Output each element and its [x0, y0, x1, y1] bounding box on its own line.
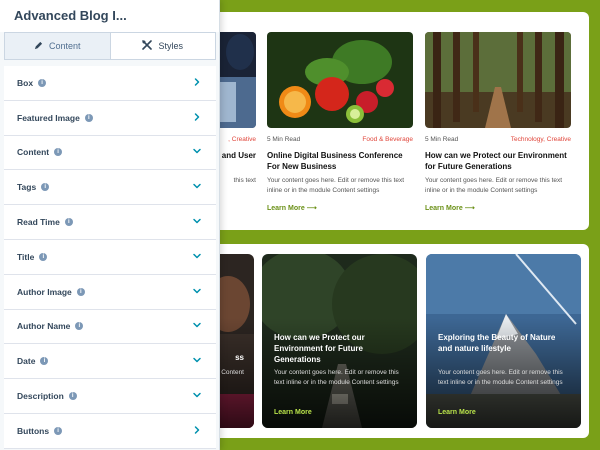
info-icon[interactable]: i	[68, 392, 77, 401]
settings-section-featured-image[interactable]: Featured Image i	[4, 100, 216, 136]
settings-section-buttons[interactable]: Buttons i	[4, 413, 216, 449]
section-label: Buttons	[17, 425, 50, 436]
blog-grid-top: , Creative and User this text 5 Min Read…	[190, 12, 589, 230]
section-label: Description	[17, 391, 64, 402]
section-heading: Buttons i	[17, 425, 63, 436]
blog-card-3[interactable]: 5 Min Read Technology, Creative How can …	[425, 32, 571, 222]
section-heading: Description i	[17, 391, 77, 401]
info-icon[interactable]: i	[75, 322, 84, 331]
section-heading: Author Name i	[17, 321, 84, 332]
chevron-down-icon[interactable]	[192, 248, 202, 266]
chevron-right-icon[interactable]	[192, 74, 202, 92]
settings-section-date[interactable]: Date i	[4, 344, 216, 380]
settings-section-title[interactable]: Title i	[4, 239, 216, 275]
info-icon[interactable]: i	[54, 148, 63, 157]
chevron-down-icon[interactable]	[192, 283, 202, 301]
section-label: Author Image	[17, 286, 72, 297]
settings-section-box[interactable]: Box i	[4, 66, 216, 101]
section-heading: Box i	[17, 77, 47, 88]
section-heading: Read Time i	[17, 217, 73, 227]
arrow-right-icon: ⟶	[464, 205, 475, 212]
chevron-down-icon[interactable]	[192, 352, 202, 370]
settings-section-author-name[interactable]: Author Name i	[4, 309, 216, 345]
info-icon[interactable]: i	[54, 426, 63, 435]
sidebar-tabs: Content Styles	[4, 32, 216, 60]
arrow-right-icon: ⟶	[306, 205, 317, 212]
section-heading: Title i	[17, 251, 48, 262]
card-description: Your content goes here. Edit or remove t…	[425, 177, 563, 194]
card-title[interactable]: Online Digital Business Conference For N…	[267, 150, 413, 172]
settings-section-author-image[interactable]: Author Image i	[4, 274, 216, 310]
settings-section-list: Box i Featured Image i Content i Tags i Read Tim…	[4, 66, 216, 449]
overlay-card-title[interactable]: How can we Protect our Environment for F…	[274, 332, 407, 365]
info-icon[interactable]: i	[41, 183, 50, 192]
overlay-card-description: Your content goes here. Edit or remove t…	[274, 369, 399, 386]
settings-section-read-time[interactable]: Read Time i	[4, 205, 216, 240]
module-settings-sidebar: Advanced Blog I... Content Styles Box i Fe…	[0, 0, 220, 450]
section-label: Content	[17, 147, 50, 158]
tab-content[interactable]: Content	[5, 33, 111, 59]
section-heading: Featured Image i	[17, 113, 93, 123]
tab-label: Content	[48, 41, 81, 51]
tab-styles[interactable]: Styles	[110, 33, 215, 59]
section-label: Featured Image	[17, 112, 80, 123]
card-read-time: 5 Min Read	[425, 136, 459, 143]
info-icon[interactable]: i	[39, 252, 48, 261]
section-label: Read Time	[17, 217, 60, 228]
info-icon[interactable]: i	[38, 78, 47, 87]
tab-label: Styles	[158, 41, 183, 51]
overlay-card-2[interactable]: How can we Protect our Environment for F…	[262, 254, 417, 428]
chevron-down-icon[interactable]	[192, 317, 202, 335]
chevron-down-icon[interactable]	[192, 143, 202, 161]
card-title[interactable]: How can we Protect our Environment for F…	[425, 150, 571, 172]
card-tag[interactable]: Food & Beverage	[362, 136, 413, 143]
learn-more-link[interactable]: Learn More ⟶	[425, 204, 475, 212]
settings-section-content[interactable]: Content i	[4, 135, 216, 171]
sidebar-title: Advanced Blog I...	[0, 0, 219, 32]
section-label: Tags	[17, 182, 37, 193]
section-label: Title	[17, 251, 35, 262]
card-read-time: 5 Min Read	[267, 136, 301, 143]
chevron-right-icon[interactable]	[192, 422, 202, 440]
chevron-down-icon[interactable]	[192, 178, 202, 196]
blog-grid-bottom: ss this text Content How can we Protect …	[190, 244, 589, 438]
info-icon[interactable]: i	[64, 218, 73, 227]
info-icon[interactable]: i	[76, 287, 85, 296]
info-icon[interactable]: i	[40, 357, 49, 366]
tools-icon	[142, 40, 153, 52]
chevron-right-icon[interactable]	[192, 109, 202, 127]
section-label: Author Name	[17, 321, 71, 332]
section-heading: Author Image i	[17, 287, 85, 297]
chevron-down-icon[interactable]	[192, 387, 202, 405]
overlay-card-title[interactable]: Exploring the Beauty of Nature and natur…	[438, 332, 571, 354]
card-tag[interactable]: Technology, Creative	[511, 136, 571, 143]
section-label: Box	[17, 77, 34, 88]
section-heading: Content i	[17, 147, 63, 158]
card-image-fruit	[267, 32, 413, 128]
settings-section-description[interactable]: Description i	[4, 379, 216, 414]
info-icon[interactable]: i	[84, 113, 93, 122]
pencil-icon	[34, 41, 43, 52]
card-description: Your content goes here. Edit or remove t…	[267, 177, 405, 194]
overlay-card-3[interactable]: Exploring the Beauty of Nature and natur…	[426, 254, 581, 428]
overlay-card-description: Your content goes here. Edit or remove t…	[438, 369, 563, 386]
chevron-down-icon[interactable]	[192, 213, 202, 231]
settings-section-tags[interactable]: Tags i	[4, 170, 216, 206]
blog-card-2[interactable]: 5 Min Read Food & Beverage Online Digita…	[267, 32, 413, 222]
learn-more-link[interactable]: Learn More	[274, 409, 312, 416]
learn-more-link[interactable]: Learn More	[438, 409, 476, 416]
section-label: Date	[17, 356, 36, 367]
section-heading: Date i	[17, 356, 49, 367]
card-image-forest	[425, 32, 571, 128]
section-heading: Tags i	[17, 182, 50, 193]
card-tag: , Creative	[228, 136, 256, 143]
learn-more-link[interactable]: Learn More ⟶	[267, 204, 317, 212]
